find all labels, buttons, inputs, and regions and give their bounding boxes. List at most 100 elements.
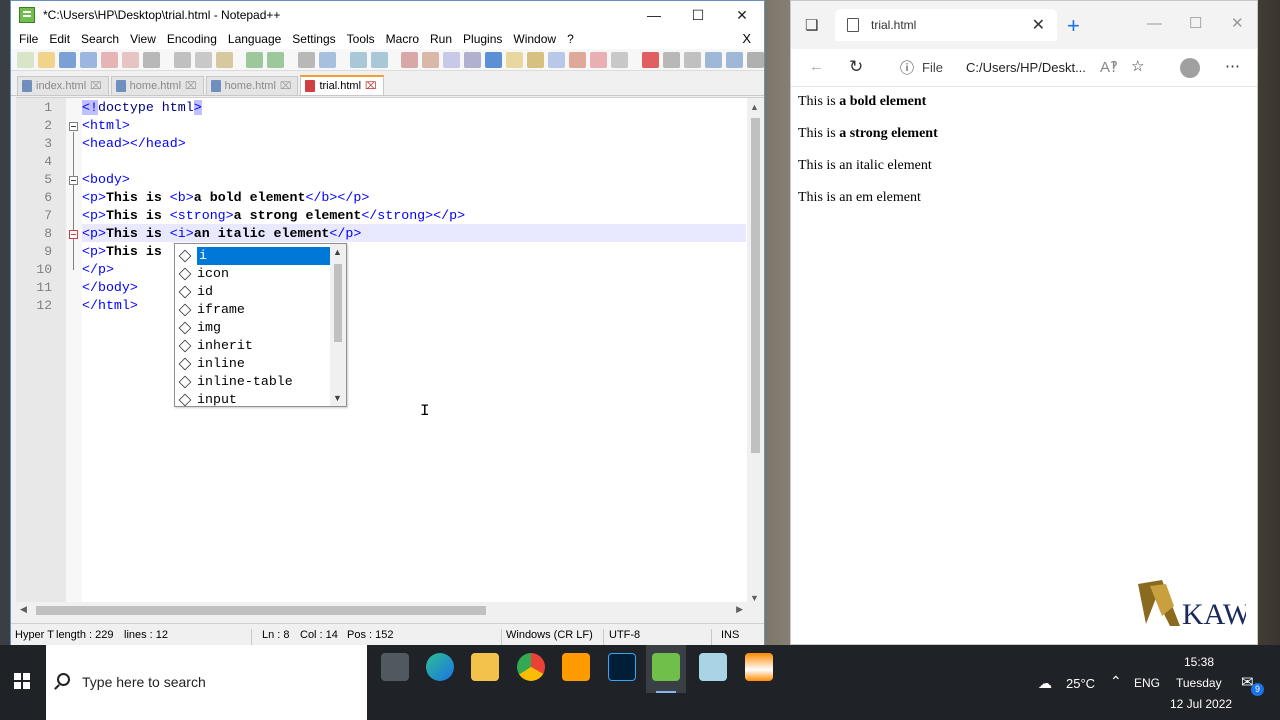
autocomplete-item[interactable]: iframe <box>176 301 245 319</box>
scroll-thumb[interactable] <box>36 606 486 615</box>
menu-run[interactable]: Run <box>426 32 459 46</box>
file-explorer-icon[interactable] <box>471 653 499 681</box>
cut-icon[interactable] <box>173 51 191 68</box>
taskbar-search[interactable]: Type here to search <box>46 645 367 720</box>
tab-actions-icon[interactable]: ❏ <box>805 16 818 34</box>
language-indicator[interactable]: ENG <box>1134 676 1160 690</box>
menu-view[interactable]: View <box>126 32 163 46</box>
more-options-icon[interactable]: ⋯ <box>1225 57 1240 75</box>
vertical-scrollbar[interactable]: ▲ ▼ <box>747 98 764 607</box>
tab-trial-html[interactable]: trial.html ⌧ <box>300 75 384 95</box>
scroll-thumb[interactable] <box>751 118 760 453</box>
minimize-button[interactable]: — <box>632 1 676 29</box>
illustrator-icon[interactable] <box>562 653 590 681</box>
autocomplete-scrollbar[interactable]: ▲ ▼ <box>330 244 346 406</box>
scroll-down-icon[interactable]: ▼ <box>750 593 759 603</box>
favorites-icon[interactable]: ☆ <box>1131 57 1144 75</box>
menu-edit[interactable]: Edit <box>45 32 77 46</box>
autocomplete-item[interactable]: inline <box>176 355 245 373</box>
chevron-up-icon[interactable]: ⌃ <box>1110 673 1122 690</box>
record-macro-icon[interactable] <box>642 51 660 68</box>
close-tab-icon[interactable]: ⌧ <box>185 81 197 92</box>
scroll-up-icon[interactable]: ▲ <box>333 247 342 257</box>
autocomplete-item[interactable]: i <box>176 247 333 265</box>
zoom-out-icon[interactable] <box>370 51 388 68</box>
autocomplete-item[interactable]: inherit <box>176 337 253 355</box>
autocomplete-item[interactable]: img <box>176 319 221 337</box>
vlc-icon[interactable] <box>745 653 773 681</box>
site-info-label[interactable]: File <box>922 60 943 75</box>
redo-icon[interactable] <box>267 51 285 68</box>
task-view-icon[interactable] <box>381 653 409 681</box>
notepad-icon[interactable] <box>699 653 727 681</box>
sync-vertical-icon[interactable] <box>401 51 419 68</box>
show-all-chars-icon[interactable] <box>464 51 482 68</box>
menu-window[interactable]: Window <box>509 32 563 46</box>
function-list-icon[interactable] <box>548 51 566 68</box>
windows-start-icon[interactable] <box>14 673 30 689</box>
minimize-icon[interactable]: — <box>1147 15 1162 32</box>
menu-tools[interactable]: Tools <box>343 32 382 46</box>
clock-time[interactable]: 15:38 <box>1184 655 1214 669</box>
menu-language[interactable]: Language <box>224 32 288 46</box>
refresh-icon[interactable]: ↻ <box>849 57 863 77</box>
menu-help[interactable]: ? <box>563 32 581 46</box>
back-icon[interactable]: ← <box>809 58 824 75</box>
sync-horizontal-icon[interactable] <box>422 51 440 68</box>
clock-date[interactable]: 12 Jul 2022 <box>1170 697 1232 711</box>
toolbar-extra-icon[interactable] <box>747 51 765 68</box>
horizontal-scrollbar[interactable]: ◀ ▶ <box>16 602 747 619</box>
close-all-icon[interactable] <box>122 51 139 68</box>
close-tab-icon[interactable]: ⌧ <box>90 81 102 92</box>
photoshop-icon[interactable] <box>608 653 636 681</box>
paste-icon[interactable] <box>215 51 233 68</box>
menu-macro[interactable]: Macro <box>382 32 426 46</box>
find-icon[interactable] <box>298 51 316 68</box>
menu-search[interactable]: Search <box>77 32 126 46</box>
undo-icon[interactable] <box>246 51 264 68</box>
stop-macro-icon[interactable] <box>663 51 681 68</box>
copy-icon[interactable] <box>194 51 212 68</box>
close-document-button[interactable]: X <box>738 31 758 46</box>
scroll-right-icon[interactable]: ▶ <box>736 604 743 615</box>
play-macro-icon[interactable] <box>684 51 702 68</box>
info-icon[interactable]: ⓘ <box>900 58 914 78</box>
close-file-icon[interactable] <box>101 51 118 68</box>
edge-icon[interactable] <box>426 653 454 681</box>
zoom-in-icon[interactable] <box>349 51 367 68</box>
tab-index-html[interactable]: index.html ⌧ <box>17 76 109 95</box>
autocomplete-item[interactable]: id <box>176 283 213 301</box>
save-icon[interactable] <box>59 51 76 68</box>
code-editor[interactable]: 1 2 3 4 5 6 7 8 9 10 11 12 <!doctype htm… <box>16 97 764 607</box>
menu-file[interactable]: File <box>15 32 45 46</box>
run-macro-multiple-icon[interactable] <box>705 51 723 68</box>
scroll-down-icon[interactable]: ▼ <box>333 393 342 403</box>
doc-map-icon[interactable] <box>527 51 545 68</box>
maximize-icon[interactable]: ☐ <box>1189 14 1202 32</box>
autocomplete-item[interactable]: input <box>176 391 237 409</box>
menu-plugins[interactable]: Plugins <box>459 32 509 46</box>
indent-guide-icon[interactable] <box>485 51 503 68</box>
close-button[interactable]: ✕ <box>720 1 764 29</box>
user-language-icon[interactable] <box>506 51 524 68</box>
save-macro-icon[interactable] <box>726 51 744 68</box>
print-icon[interactable] <box>143 51 160 68</box>
scroll-thumb[interactable] <box>334 264 342 342</box>
scroll-up-icon[interactable]: ▲ <box>750 102 759 112</box>
close-tab-icon[interactable]: ✕ <box>1032 15 1045 35</box>
maximize-button[interactable]: ☐ <box>676 1 720 29</box>
browser-tab-trial[interactable]: trial.html ✕ <box>835 9 1057 41</box>
read-aloud-icon[interactable]: A‽ <box>1100 58 1118 76</box>
preview-icon[interactable] <box>611 51 629 68</box>
fold-toggle-icon[interactable] <box>69 176 78 185</box>
new-tab-icon[interactable]: + <box>1067 13 1080 39</box>
weather-icon[interactable]: ☁ <box>1038 675 1052 692</box>
chrome-icon[interactable] <box>517 653 545 681</box>
folder-workspace-icon[interactable] <box>569 51 587 68</box>
close-tab-icon[interactable]: ⌧ <box>365 81 377 92</box>
save-all-icon[interactable] <box>80 51 97 68</box>
autocomplete-item[interactable]: inline-table <box>176 373 293 391</box>
fold-toggle-icon[interactable] <box>69 122 78 131</box>
close-tab-icon[interactable]: ⌧ <box>280 81 292 92</box>
scroll-left-icon[interactable]: ◀ <box>20 604 27 615</box>
